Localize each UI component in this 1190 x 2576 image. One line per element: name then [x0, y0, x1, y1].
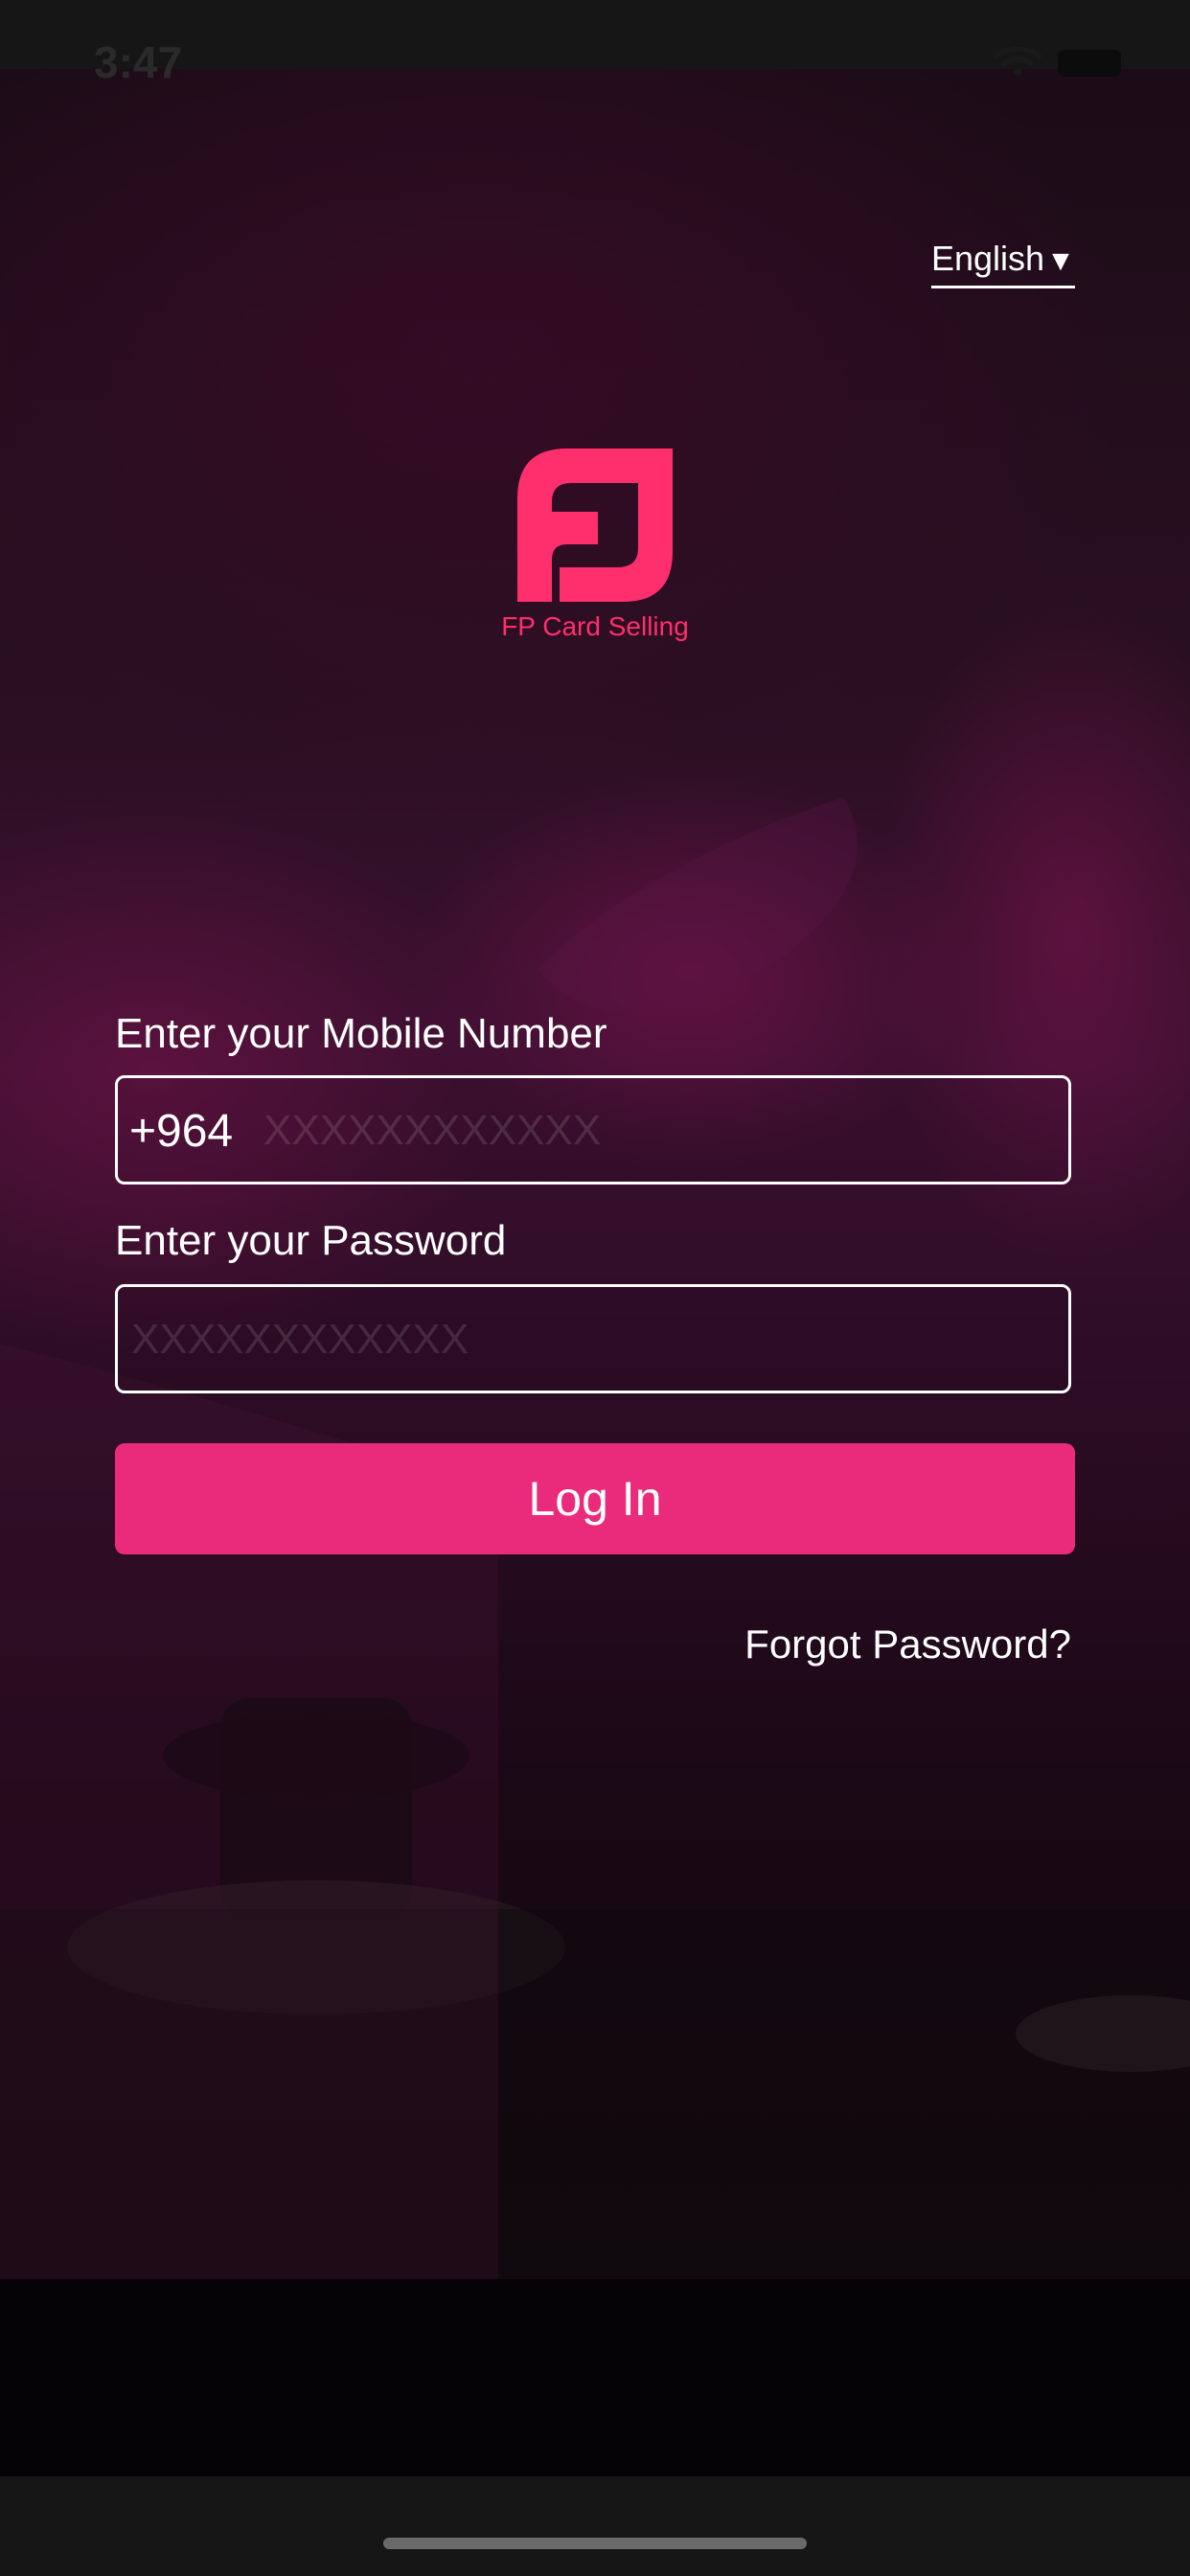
status-bar: 3:47	[0, 0, 1190, 87]
language-selector[interactable]: English▼	[931, 236, 1075, 288]
status-icons	[985, 42, 1129, 80]
password-label: Enter your Password	[115, 1217, 507, 1264]
mobile-number-field[interactable]: +964	[115, 1075, 1071, 1184]
login-screen: 3:47 English▼ FP Card Selling Enter your…	[0, 0, 1190, 2576]
home-indicator-area	[0, 2476, 1190, 2576]
status-time: 3:47	[94, 37, 183, 87]
wifi-icon	[993, 46, 1121, 77]
country-code: +964	[129, 1106, 234, 1157]
app-name: FP Card Selling	[501, 611, 689, 641]
mobile-number-input[interactable]	[262, 1097, 1051, 1164]
language-label: English	[931, 239, 1045, 278]
forgot-password-link[interactable]: Forgot Password?	[744, 1622, 1071, 1668]
chevron-down-icon: ▼	[1046, 245, 1075, 277]
login-button[interactable]: Log In	[115, 1443, 1075, 1554]
mobile-number-label: Enter your Mobile Number	[115, 1010, 607, 1057]
bottom-background	[0, 2279, 1190, 2476]
fp-logo-icon	[517, 448, 673, 602]
password-field[interactable]	[115, 1284, 1071, 1393]
password-input[interactable]	[129, 1306, 1053, 1373]
home-indicator[interactable]	[383, 2538, 807, 2549]
